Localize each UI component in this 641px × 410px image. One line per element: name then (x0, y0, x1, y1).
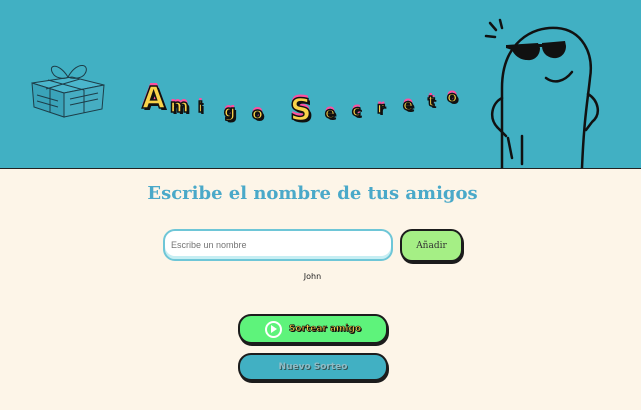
title-letter: e (324, 104, 336, 122)
title-letter: r (376, 99, 385, 117)
friend-list-item: John (303, 272, 322, 281)
title-letter: g (223, 102, 236, 121)
title-letter: A (141, 81, 166, 116)
friend-name-input[interactable] (163, 229, 393, 261)
title-letter: o (446, 88, 458, 106)
play-circle-icon (264, 320, 282, 338)
sunglasses-mascot-icon (484, 18, 600, 168)
friend-list: John (0, 272, 625, 281)
new-draw-button[interactable]: Nuevo Sorteo (238, 353, 388, 381)
new-draw-button-label: Nuevo Sorteo (278, 362, 348, 372)
page-subtitle: Escribe el nombre de tus amigos (147, 183, 478, 204)
title-letter: t (427, 94, 435, 110)
draw-friend-button[interactable]: Sortear amigo (238, 314, 388, 344)
app-title: AmigoSecreto (140, 81, 470, 134)
title-letter: c (351, 102, 361, 120)
title-letter: i (197, 100, 203, 116)
add-friend-button[interactable]: Añadir (400, 229, 463, 262)
title-letter: m (169, 96, 189, 117)
title-letter: o (251, 104, 264, 123)
title-letter: S (289, 93, 312, 128)
draw-button-label: Sortear amigo (288, 324, 362, 335)
gift-box-icon (31, 65, 105, 118)
title-letter: e (402, 96, 414, 114)
header-banner: AmigoSecreto (0, 0, 641, 169)
